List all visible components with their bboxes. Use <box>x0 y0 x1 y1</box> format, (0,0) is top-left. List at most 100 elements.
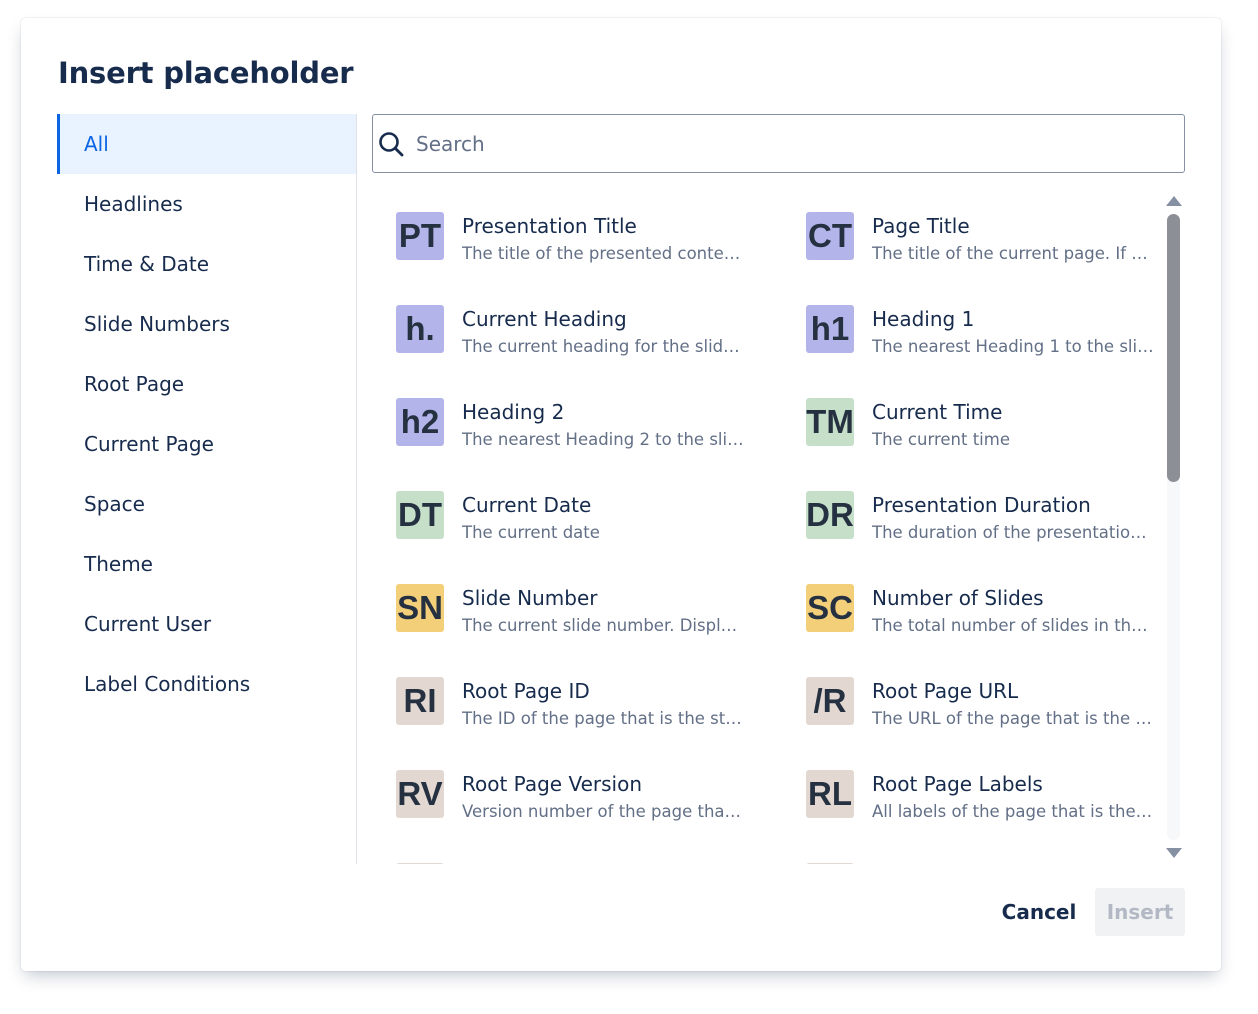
placeholder-title: Heading 1 <box>872 307 975 331</box>
placeholder-description: The duration of the presentation so far <box>872 523 1152 542</box>
sidebar-item-all[interactable]: All <box>57 114 356 174</box>
placeholder-item[interactable]: SN Slide Number The current slide number. … <box>372 570 782 663</box>
search-input[interactable] <box>416 131 1156 156</box>
placeholder-item[interactable]: PT Presentation Title The title of the pre… <box>372 198 782 291</box>
placeholder-description: The URL of the page that is the starting <box>872 709 1152 728</box>
placeholder-badge-icon: TM <box>806 398 854 446</box>
placeholder-text: Heading 2 The nearest Heading 2 to the sl… <box>462 400 752 449</box>
placeholder-description: The total number of slides in the presen… <box>872 616 1152 635</box>
placeholder-title: Current Time <box>872 400 1003 424</box>
sidebar-item-label: Current User <box>84 612 212 636</box>
placeholder-badge-icon <box>806 863 854 864</box>
placeholder-badge-icon: SN <box>396 584 444 632</box>
sidebar-item-label-conditions[interactable]: Label Conditions <box>57 654 356 714</box>
placeholder-item[interactable]: SC Number of Slides The total number of sl… <box>782 570 1152 663</box>
sidebar-item-current-page[interactable]: Current Page <box>57 414 356 474</box>
scroll-thumb[interactable] <box>1167 214 1180 482</box>
placeholder-item[interactable]: Root Page Version Date <box>782 849 1152 864</box>
placeholder-badge-icon: h1 <box>806 305 854 353</box>
placeholder-description: The current time <box>872 430 1010 449</box>
placeholder-description: The nearest Heading 1 to the slide <box>872 337 1152 356</box>
placeholder-badge-icon: CT <box>806 212 854 260</box>
scroll-up-arrow-icon[interactable] <box>1166 196 1182 206</box>
placeholder-text: Presentation Title The title of the prese… <box>462 214 752 263</box>
placeholder-item[interactable]: CT Page Title The title of the current pag… <box>782 198 1152 291</box>
sidebar-item-label: Slide Numbers <box>84 312 230 336</box>
placeholder-item[interactable]: RV Root Page Version Version number of the… <box>372 756 782 849</box>
placeholder-description: All labels of the page that is the start… <box>872 802 1152 821</box>
sidebar-item-theme[interactable]: Theme <box>57 534 356 594</box>
placeholder-description: The current heading for the slide. Headi… <box>462 337 747 356</box>
placeholder-title: Current Date <box>462 493 592 517</box>
placeholder-item[interactable]: RI Root Page ID The ID of the page that is… <box>372 663 782 756</box>
scroll-down-arrow-icon[interactable] <box>1166 848 1182 858</box>
placeholder-text: Root Page Version Version number of the p… <box>462 772 752 821</box>
results-scrollbar[interactable] <box>1163 190 1185 864</box>
sidebar-item-space[interactable]: Space <box>57 474 356 534</box>
placeholder-title: Number of Slides <box>872 586 1044 610</box>
placeholder-grid: PT Presentation Title The title of the pre… <box>372 190 1152 864</box>
placeholder-title: Root Page Version <box>462 772 642 796</box>
sidebar-item-time-date[interactable]: Time & Date <box>57 234 356 294</box>
placeholder-badge-icon: RI <box>396 677 444 725</box>
placeholder-badge-icon: SC <box>806 584 854 632</box>
sidebar-item-label: Current Page <box>84 432 214 456</box>
sidebar-item-headlines[interactable]: Headlines <box>57 174 356 234</box>
placeholder-text: Page Title The title of the current page.… <box>872 214 1152 263</box>
sidebar-item-current-user[interactable]: Current User <box>57 594 356 654</box>
placeholder-badge-icon <box>396 863 444 864</box>
sidebar-item-label: Time & Date <box>84 252 210 276</box>
placeholder-title: Root Page URL <box>872 679 1019 703</box>
placeholder-title: Current Heading <box>462 307 627 331</box>
placeholder-description: The ID of the page that is the starting <box>462 709 747 728</box>
sidebar-item-label: Headlines <box>84 192 183 216</box>
placeholder-badge-icon: h. <box>396 305 444 353</box>
placeholder-item[interactable]: h1 Heading 1 The nearest Heading 1 to the … <box>782 291 1152 384</box>
placeholder-title: Slide Number <box>462 586 598 610</box>
placeholder-badge-icon: /R <box>806 677 854 725</box>
placeholder-item[interactable]: h. Current Heading The current heading for… <box>372 291 782 384</box>
sidebar-item-label: Root Page <box>84 372 185 396</box>
placeholder-text: Number of Slides The total number of slid… <box>872 586 1152 635</box>
placeholder-badge-icon: RV <box>396 770 444 818</box>
placeholder-title: Presentation Title <box>462 214 637 238</box>
placeholder-item[interactable]: TM Current Time The current time <box>782 384 1152 477</box>
placeholder-description: The nearest Heading 2 to the slide <box>462 430 747 449</box>
sidebar-item-slide-numbers[interactable]: Slide Numbers <box>57 294 356 354</box>
insert-placeholder-dialog: Insert placeholder All Headlines Time & … <box>21 18 1221 971</box>
placeholder-text: Current Date The current date <box>462 493 752 542</box>
placeholder-item[interactable]: RL Root Page Labels All labels of the page… <box>782 756 1152 849</box>
placeholder-title: Page Title <box>872 214 970 238</box>
placeholder-badge-icon: RL <box>806 770 854 818</box>
sidebar-item-root-page[interactable]: Root Page <box>57 354 356 414</box>
sidebar-item-label: Theme <box>84 552 153 576</box>
placeholder-item[interactable]: h2 Heading 2 The nearest Heading 2 to the … <box>372 384 782 477</box>
placeholder-text: Root Page Labels All labels of the page t… <box>872 772 1152 821</box>
search-box[interactable] <box>372 114 1185 173</box>
placeholder-title: Heading 2 <box>462 400 565 424</box>
dialog-title: Insert placeholder <box>58 56 354 90</box>
placeholder-results: PT Presentation Title The title of the pre… <box>372 190 1152 864</box>
placeholder-title: Root Page Labels <box>872 772 1043 796</box>
placeholder-description: The current date <box>462 523 600 542</box>
placeholder-badge-icon: DR <box>806 491 854 539</box>
placeholder-description: The current slide number. Displayed <box>462 616 747 635</box>
placeholder-item[interactable]: /R Root Page URL The URL of the page that … <box>782 663 1152 756</box>
placeholder-item[interactable]: DT Current Date The current date <box>372 477 782 570</box>
insert-button[interactable]: Insert <box>1095 888 1185 936</box>
placeholder-item[interactable]: DR Presentation Duration The duration of t… <box>782 477 1152 570</box>
placeholder-text: Root Page URL The URL of the page that is… <box>872 679 1152 728</box>
placeholder-text: Presentation Duration The duration of the… <box>872 493 1152 542</box>
search-icon <box>378 131 404 157</box>
placeholder-title: Presentation Duration <box>872 493 1091 517</box>
placeholder-description: The title of the current page. If a page <box>872 244 1152 263</box>
cancel-button[interactable]: Cancel <box>992 888 1086 936</box>
placeholder-title: Root Page ID <box>462 679 590 703</box>
sidebar-item-label: All <box>84 132 109 156</box>
placeholder-item[interactable]: Root Page Version Author <box>372 849 782 864</box>
placeholder-badge-icon: h2 <box>396 398 444 446</box>
placeholder-description: The title of the presented content. If a <box>462 244 747 263</box>
sidebar-item-label: Space <box>84 492 145 516</box>
category-sidebar: All Headlines Time & Date Slide Numbers … <box>57 114 357 864</box>
placeholder-badge-icon: PT <box>396 212 444 260</box>
